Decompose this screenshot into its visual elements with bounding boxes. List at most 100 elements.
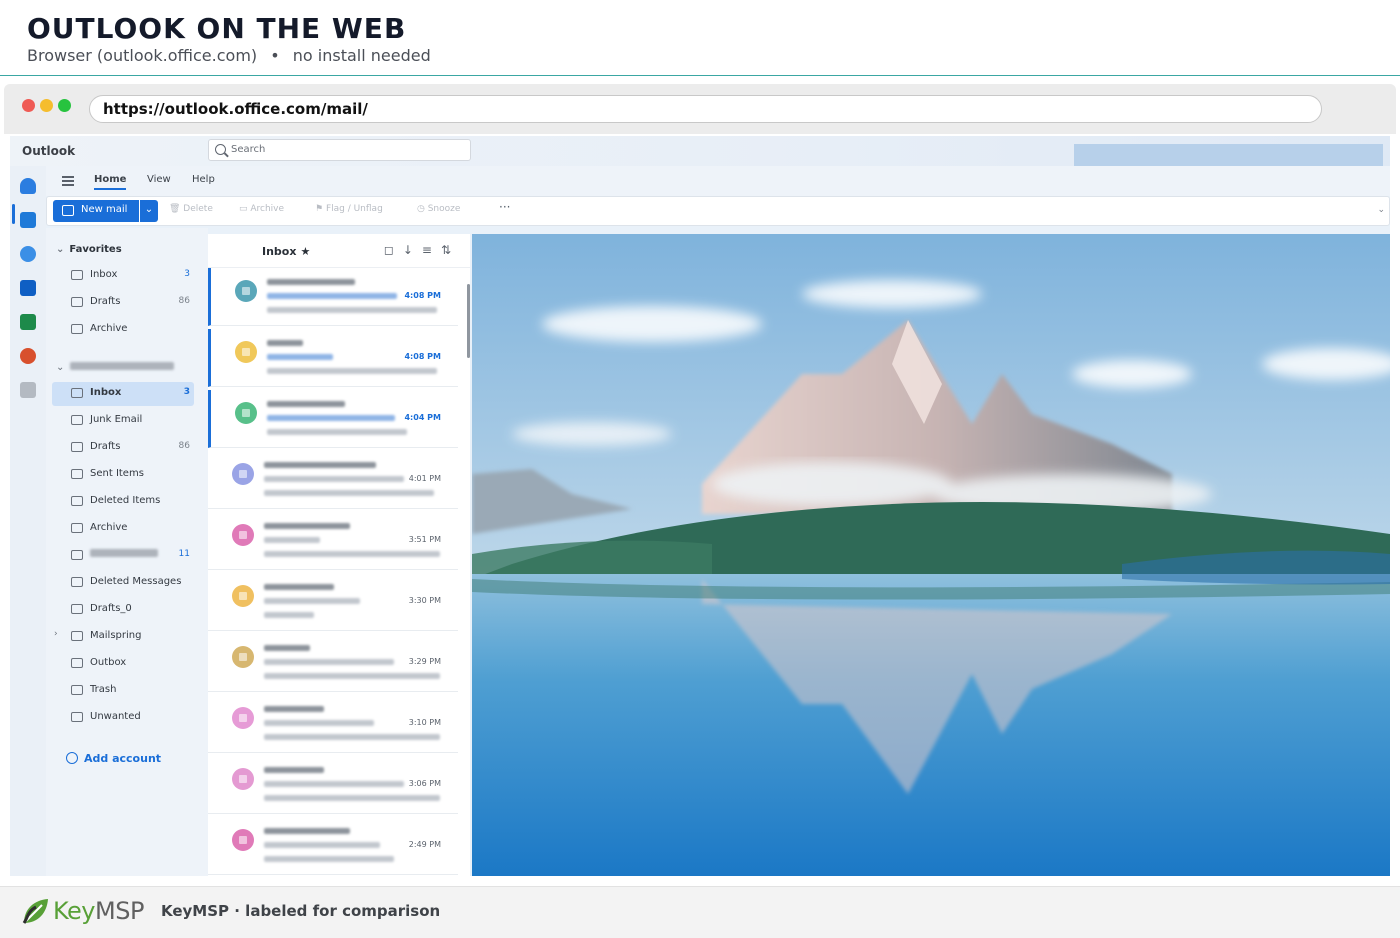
outlook-icon[interactable] <box>20 280 36 296</box>
message-time: 3:51 PM <box>408 535 441 544</box>
folder-inbox[interactable]: Inbox 3 <box>52 382 194 406</box>
page-footer: KeyMSP KeyMSP · labeled for comparison <box>0 886 1400 938</box>
apps-icon[interactable] <box>20 382 36 398</box>
message-time: 4:08 PM <box>404 352 441 361</box>
list-tools[interactable]: ◻↓≡⇅ <box>384 243 460 257</box>
message-item[interactable]: 3:06 PM <box>208 756 458 814</box>
chevron-down-icon: ⌄ <box>56 362 65 373</box>
folder-redacted[interactable]: 11 <box>52 544 194 568</box>
message-time: 3:10 PM <box>408 718 441 727</box>
folder-label: Sent Items <box>90 468 144 479</box>
calendar-icon[interactable] <box>20 212 36 228</box>
archive-button[interactable]: ▭ Archive <box>239 204 284 214</box>
outlook-window: Outlook Search Home View Help New mail ⌄… <box>10 136 1390 876</box>
sender-avatar <box>232 707 254 729</box>
message-list: Inbox ★ ◻↓≡⇅ 4:08 PM 4:08 PM 4:04 PM 4:01 PM… <box>208 234 470 876</box>
folder-label: Junk Email <box>90 414 143 425</box>
redacted-account-name <box>70 362 175 370</box>
favorites-header[interactable]: ⌄ Favorites <box>56 244 122 255</box>
folder-archive[interactable]: Archive <box>52 517 194 541</box>
folder-deleted-messages[interactable]: Deleted Messages <box>52 571 194 595</box>
window-minimize-button[interactable] <box>40 99 53 112</box>
message-time: 2:49 PM <box>408 840 441 849</box>
folder-trash[interactable]: Trash <box>52 679 194 703</box>
message-item[interactable]: 3:29 PM <box>208 634 458 692</box>
message-item[interactable]: 4:01 PM <box>208 451 458 509</box>
archive-icon <box>71 523 83 533</box>
item-count: 86 <box>178 441 190 451</box>
message-item[interactable]: 4:08 PM <box>208 268 458 326</box>
folder-deleted-items[interactable]: Deleted Items <box>52 490 194 514</box>
message-item[interactable]: 3:10 PM <box>208 695 458 753</box>
folder-label: Inbox <box>90 269 118 280</box>
delete-button[interactable]: 🗑 Delete <box>169 204 213 214</box>
folder-drafts[interactable]: Drafts 86 <box>52 436 194 460</box>
snooze-button[interactable]: ◷ Snooze <box>417 204 460 214</box>
flag-button[interactable]: ⚑ Flag / Unflag <box>315 204 383 214</box>
message-time: 3:30 PM <box>408 596 441 605</box>
keymsp-logo-text: KeyMSP <box>53 897 144 925</box>
rail-active-indicator <box>12 204 15 224</box>
folder-label: Drafts <box>90 441 121 452</box>
folder-outbox[interactable]: Outbox <box>52 652 194 676</box>
folder-unwanted[interactable]: Unwanted <box>52 706 194 730</box>
message-time: 3:06 PM <box>408 779 441 788</box>
tab-help[interactable]: Help <box>192 174 215 185</box>
mail-icon[interactable] <box>20 178 36 194</box>
new-mail-button[interactable]: New mail <box>53 200 139 222</box>
message-time: 4:08 PM <box>404 291 441 300</box>
folder-drafts-0[interactable]: Drafts_0 <box>52 598 194 622</box>
star-icon[interactable]: ★ <box>300 245 310 258</box>
folder-icon <box>71 712 83 722</box>
hamburger-menu-icon[interactable] <box>62 176 74 186</box>
redacted-preview <box>267 368 437 374</box>
redacted-preview <box>264 551 440 557</box>
window-close-button[interactable] <box>22 99 35 112</box>
message-item[interactable]: 4:04 PM <box>208 390 458 448</box>
unread-count: 3 <box>183 387 190 397</box>
redacted-subject <box>264 720 374 726</box>
message-item[interactable]: 2:49 PM <box>208 817 458 875</box>
inbox-icon <box>71 388 83 398</box>
folder-icon <box>71 631 83 641</box>
excel-icon[interactable] <box>20 314 36 330</box>
message-list-header: Inbox ★ ◻↓≡⇅ <box>208 234 470 268</box>
message-item[interactable]: 3:30 PM <box>208 573 458 631</box>
more-options-button[interactable]: ··· <box>499 200 510 214</box>
tab-view[interactable]: View <box>147 174 171 185</box>
subtitle-note: no install needed <box>292 46 431 65</box>
drafts-icon <box>71 297 83 307</box>
redacted-preview <box>264 734 440 740</box>
folder-label: Mailspring <box>90 630 142 641</box>
redacted-subject <box>264 476 404 482</box>
folder-junk-email[interactable]: Junk Email <box>52 409 194 433</box>
redacted-subject <box>264 781 404 787</box>
people-icon[interactable] <box>20 246 36 262</box>
powerpoint-icon[interactable] <box>20 348 36 364</box>
folder-mailspring[interactable]: › Mailspring <box>52 625 194 649</box>
app-name: Outlook <box>22 144 76 158</box>
add-account-link[interactable]: Add account <box>66 752 161 765</box>
search-input[interactable]: Search <box>208 139 471 161</box>
favorite-drafts[interactable]: Drafts 86 <box>52 291 194 315</box>
folder-icon <box>71 550 83 560</box>
ribbon-collapse-icon[interactable]: ⌄ <box>1377 205 1385 215</box>
chevron-down-icon: ⌄ <box>56 244 65 255</box>
redacted-subject <box>267 293 397 299</box>
folder-sent-items[interactable]: Sent Items <box>52 463 194 487</box>
account-header[interactable]: ⌄ <box>56 362 175 373</box>
tab-home[interactable]: Home <box>94 174 127 190</box>
sender-avatar <box>232 585 254 607</box>
scrollbar[interactable] <box>467 284 470 358</box>
address-bar[interactable]: https://outlook.office.com/mail/ <box>89 95 1322 123</box>
folder-label: Deleted Items <box>90 495 161 506</box>
message-item[interactable]: 4:08 PM <box>208 329 458 387</box>
window-maximize-button[interactable] <box>58 99 71 112</box>
favorite-inbox[interactable]: Inbox 3 <box>52 264 194 288</box>
inbox-icon <box>71 270 83 280</box>
favorite-archive[interactable]: Archive <box>52 318 194 342</box>
mountain-lake-image <box>472 234 1390 876</box>
redacted-sender <box>264 828 350 834</box>
new-mail-dropdown-button[interactable]: ⌄ <box>140 200 158 222</box>
message-item[interactable]: 3:51 PM <box>208 512 458 570</box>
